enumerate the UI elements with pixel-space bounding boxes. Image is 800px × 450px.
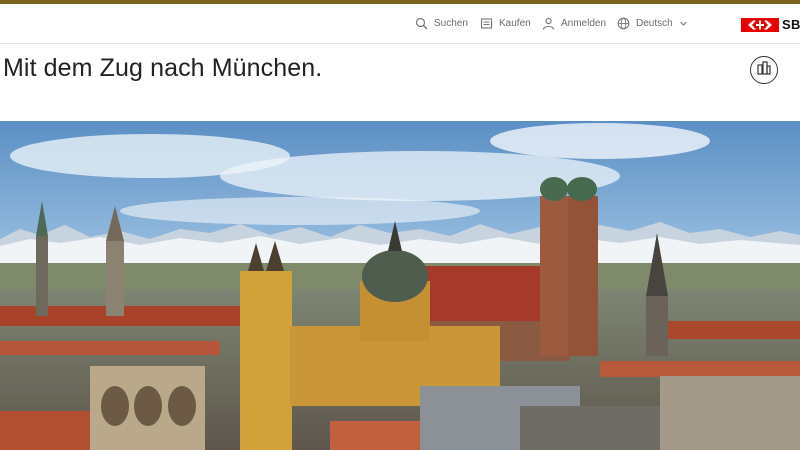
sbb-logo[interactable]: SBB	[741, 17, 800, 32]
city-info-button[interactable]	[750, 56, 778, 84]
login-label: Anmelden	[561, 18, 607, 29]
sbb-logo-icon	[741, 17, 779, 32]
cart-icon	[480, 17, 493, 30]
login-link[interactable]: Anmelden	[542, 4, 606, 43]
buy-link[interactable]: Kaufen	[480, 4, 531, 43]
language-label: Deutsch	[636, 18, 673, 29]
chevron-down-icon	[679, 19, 688, 28]
language-selector[interactable]: Deutsch	[617, 4, 688, 43]
search-icon	[415, 17, 428, 30]
munich-skyline-image	[0, 121, 800, 450]
city-info-icon	[756, 60, 772, 80]
sbb-logo-text: SBB	[782, 17, 800, 32]
top-navigation: Suchen Kaufen Anmelden Deutsch SB	[0, 4, 800, 44]
user-icon	[542, 17, 555, 30]
buy-label: Kaufen	[499, 18, 531, 29]
search-label: Suchen	[434, 18, 468, 29]
search-link[interactable]: Suchen	[415, 4, 468, 43]
page-title: Mit dem Zug nach München.	[3, 54, 323, 82]
globe-icon	[617, 17, 630, 30]
